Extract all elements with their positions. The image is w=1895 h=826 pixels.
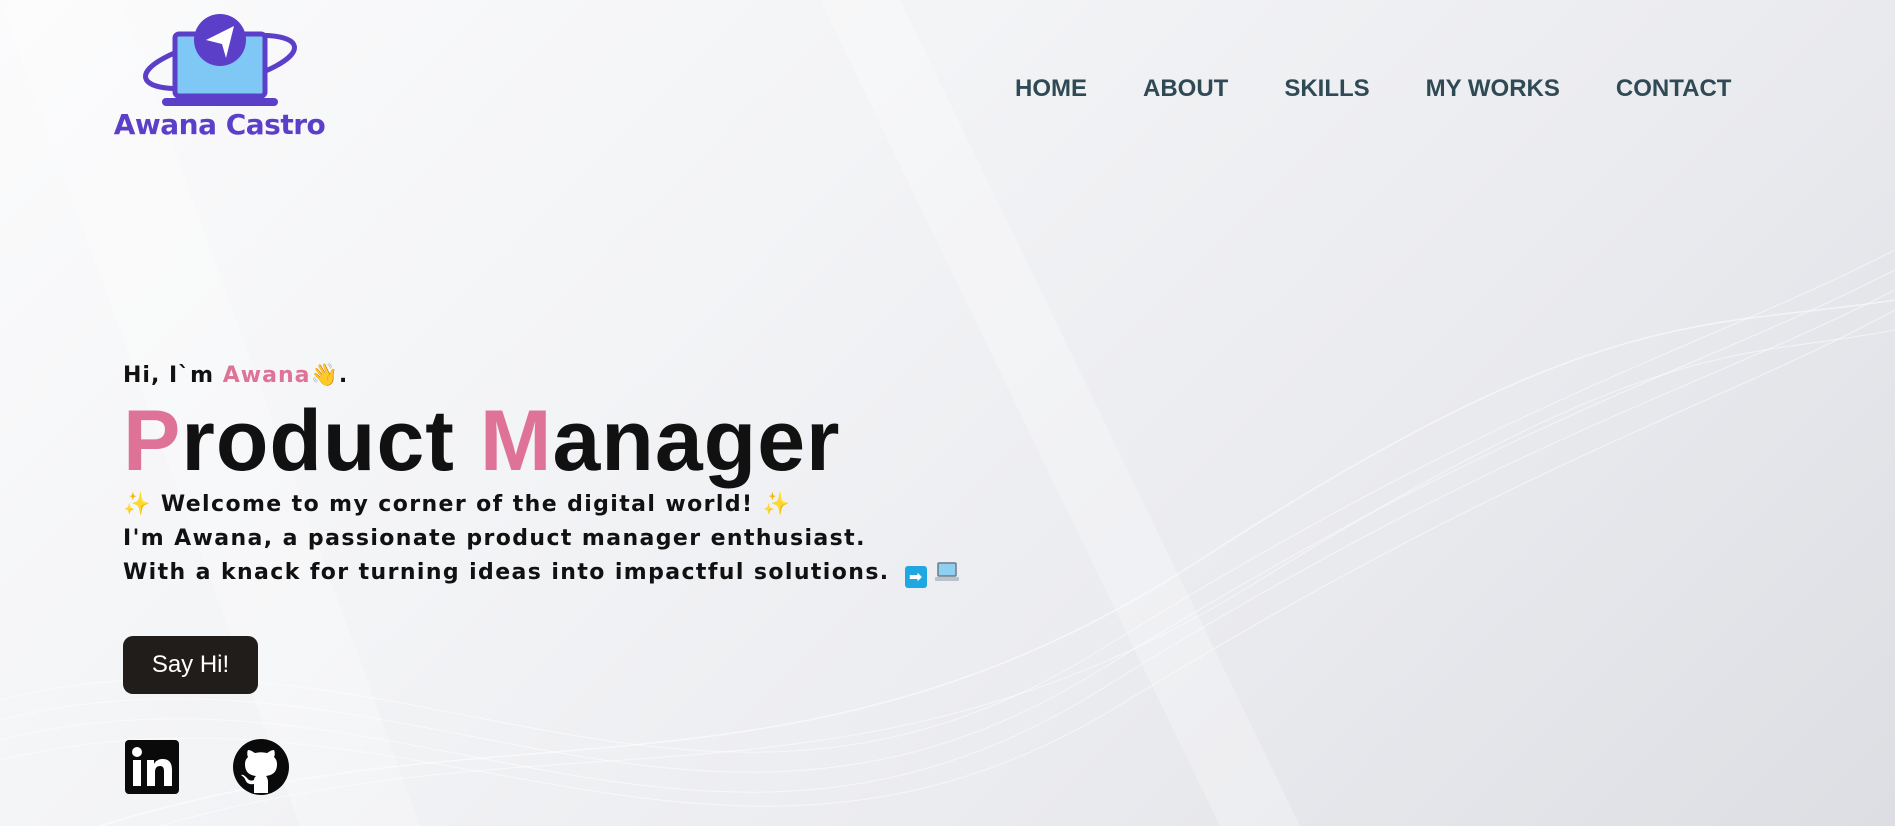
github-icon (233, 739, 289, 795)
nav-skills[interactable]: SKILLS (1284, 74, 1369, 104)
linkedin-link[interactable] (123, 738, 181, 796)
nav-my-works[interactable]: MY WORKS (1426, 74, 1560, 104)
waving-hand-icon: 👋 (310, 363, 339, 388)
title-initial-m: M (479, 393, 553, 489)
nav-home[interactable]: HOME (1015, 74, 1087, 104)
hero-section: Hi, I`m Awana👋. Product Manager ✨ Welcom… (123, 362, 959, 795)
intro-line-1-text: Welcome to my corner of the digital worl… (151, 492, 763, 517)
nav-contact[interactable]: CONTACT (1616, 74, 1732, 104)
say-hi-button[interactable]: Say Hi! (123, 636, 258, 694)
intro-text: ✨ Welcome to my corner of the digital wo… (123, 488, 959, 590)
nav-about[interactable]: ABOUT (1143, 74, 1228, 104)
right-arrow-icon: ➡ (904, 566, 927, 588)
github-link[interactable] (232, 738, 290, 796)
greeting: Hi, I`m Awana👋. (123, 362, 959, 390)
intro-line-2: I'm Awana, a passionate product manager … (123, 526, 866, 551)
title-word-product: roduct (181, 393, 455, 489)
brand-logo[interactable]: Awana Castro (112, 14, 327, 144)
intro-line-3: With a knack for turning ideas into impa… (123, 556, 959, 590)
site-header: Awana Castro HOME ABOUT SKILLS MY WORKS … (0, 0, 1895, 160)
linkedin-icon (125, 740, 179, 794)
main-nav: HOME ABOUT SKILLS MY WORKS CONTACT (1015, 74, 1731, 104)
greeting-name: Awana (222, 363, 311, 388)
laptop-paper-plane-icon (143, 14, 297, 106)
greeting-prefix: Hi, I`m (123, 363, 223, 388)
title-initial-p: P (123, 393, 182, 489)
greeting-suffix: . (338, 363, 349, 388)
social-links (123, 738, 290, 796)
intro-line-1: ✨ Welcome to my corner of the digital wo… (123, 488, 959, 522)
brand-name: Awana Castro (113, 108, 326, 141)
laptop-icon (934, 562, 959, 581)
intro-line-3-text: With a knack for turning ideas into impa… (123, 560, 899, 585)
sparkles-icon: ✨ (123, 492, 152, 517)
hero-title: Product Manager (123, 396, 959, 486)
title-word-manager: anager (552, 393, 841, 489)
sparkles-icon: ✨ (762, 492, 792, 517)
